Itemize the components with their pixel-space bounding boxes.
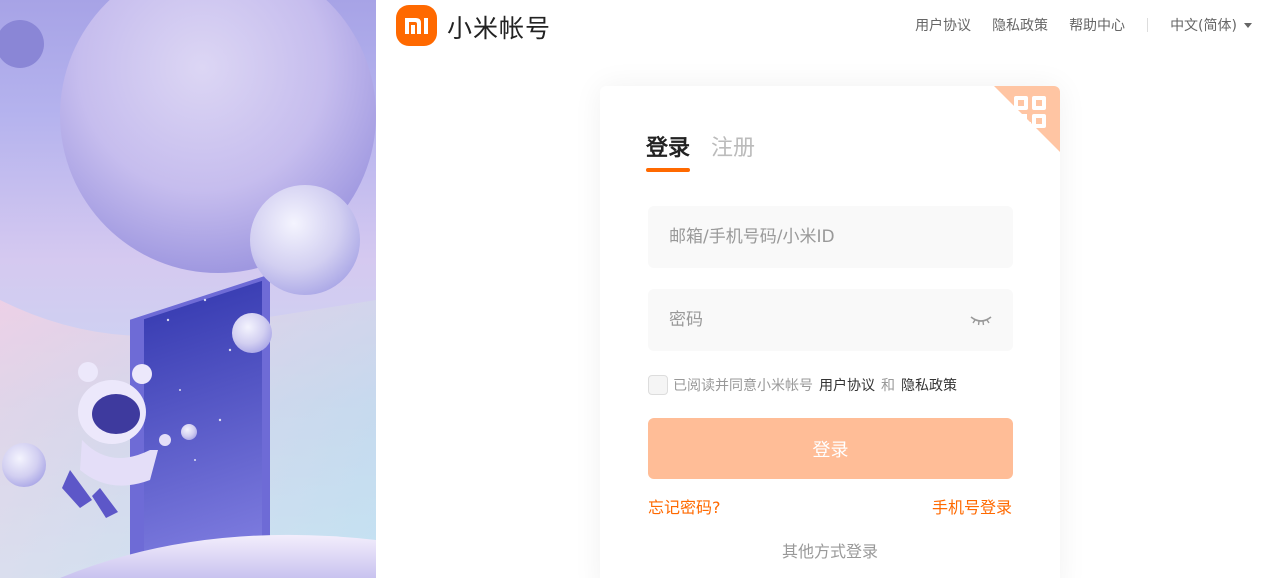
auth-tabs: 登录 注册: [646, 130, 776, 172]
agreement-text: 已阅读并同意小米帐号: [673, 378, 813, 394]
account-input[interactable]: [669, 227, 992, 247]
qr-login-toggle[interactable]: [994, 86, 1060, 152]
login-button[interactable]: 登录: [648, 418, 1013, 479]
agreement-and-text: 和: [881, 378, 895, 394]
hero-illustration: [0, 0, 376, 578]
account-field[interactable]: [648, 206, 1013, 268]
agreement-terms-link[interactable]: 用户协议: [819, 375, 875, 395]
language-label: 中文(简体): [1170, 18, 1237, 34]
agreement-privacy-link[interactable]: 隐私政策: [901, 375, 957, 395]
tab-login[interactable]: 登录: [646, 130, 691, 172]
nav-privacy-policy[interactable]: 隐私政策: [992, 15, 1048, 35]
eye-closed-icon[interactable]: [970, 314, 992, 326]
language-selector[interactable]: 中文(简体): [1170, 15, 1252, 35]
top-navigation: 用户协议 隐私政策 帮助中心 中文(简体): [894, 15, 1252, 35]
nav-divider: [1147, 18, 1149, 32]
agreement-row: 已阅读并同意小米帐号 用户协议 和 隐私政策: [648, 375, 963, 395]
qr-code-icon: [994, 86, 1060, 152]
phone-login-link[interactable]: 手机号登录: [932, 494, 1012, 518]
mi-logo[interactable]: [396, 5, 437, 46]
password-input[interactable]: [669, 310, 970, 330]
brand-title: 小米帐号: [447, 14, 552, 43]
password-field[interactable]: [648, 289, 1013, 351]
mi-logo-icon: [404, 17, 428, 34]
other-login-methods[interactable]: 其他方式登录: [600, 538, 1060, 562]
agreement-checkbox[interactable]: [648, 375, 668, 395]
nav-help-center[interactable]: 帮助中心: [1069, 15, 1125, 35]
forgot-password-link[interactable]: 忘记密码?: [648, 494, 721, 518]
astronaut-portal-illustration: [0, 0, 376, 578]
tab-register[interactable]: 注册: [711, 130, 755, 172]
caret-down-icon: [1244, 22, 1252, 28]
login-card: 登录 注册 已阅读并同意小米帐号 用户协议 和 隐私政策 登录 忘记密码? 手机…: [600, 86, 1060, 578]
nav-user-agreement[interactable]: 用户协议: [915, 15, 971, 35]
